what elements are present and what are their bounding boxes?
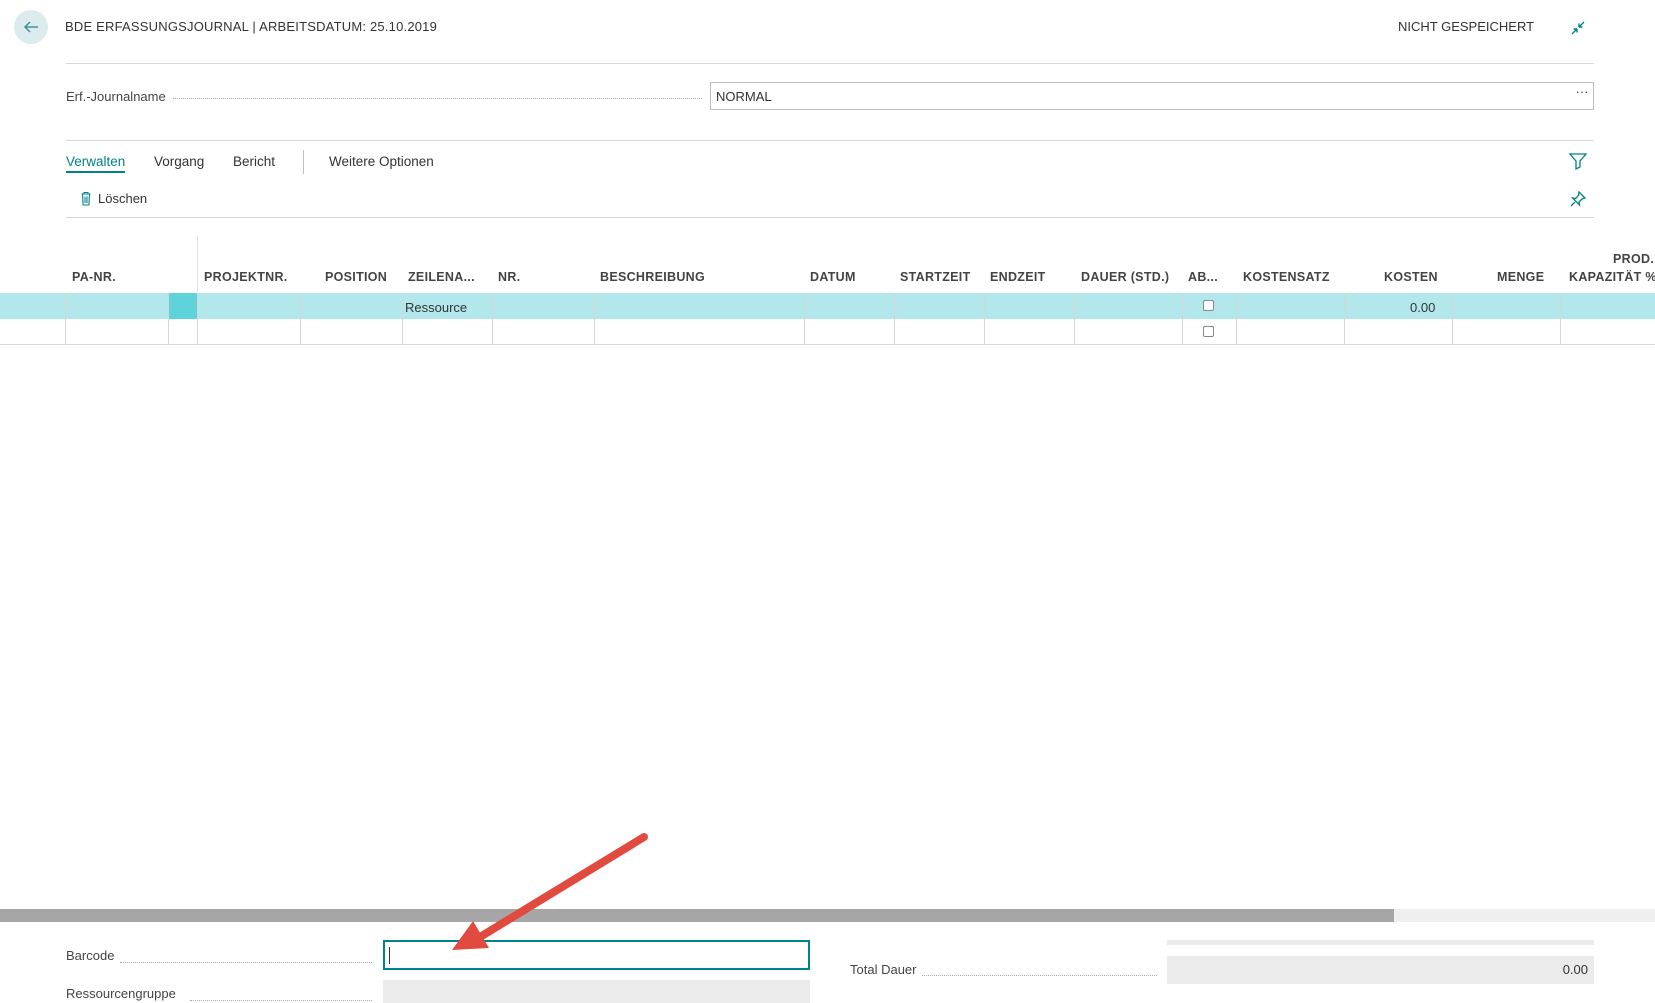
cell-border [1074,293,1075,345]
action-divider [66,217,1594,218]
resource-group-label: Ressourcengruppe [66,986,182,1001]
cell-border [402,293,403,345]
cell-border [894,293,895,345]
back-button[interactable] [14,10,48,44]
action-separator [303,150,304,174]
delete-label: Löschen [98,191,148,206]
tab-vorgang[interactable]: Vorgang [154,154,204,169]
text-caret [389,947,390,964]
col-projektnr[interactable]: PROJEKTNR. [204,270,288,284]
row-checkbox[interactable] [1203,300,1214,311]
col-zeilenart[interactable]: ZEILENA... [408,270,475,284]
scrollbar-thumb[interactable] [0,909,1394,922]
section-divider [66,140,1594,141]
cell-border [1344,293,1345,345]
col-datum[interactable]: DATUM [810,270,856,284]
journal-name-label: Erf.-Journalname [66,89,172,104]
cell-border [1236,293,1237,345]
total-duration-label: Total Dauer [850,962,923,977]
row-selector[interactable] [169,293,197,319]
col-dauer[interactable]: DAUER (STD.) [1081,270,1169,284]
col-kosten[interactable]: KOSTEN [1384,270,1438,284]
col-beschreibung[interactable]: BESCHREIBUNG [600,270,705,284]
cell-zeilenart[interactable]: Ressource [405,300,467,315]
cell-border [804,293,805,345]
table-row[interactable] [0,319,1655,345]
resource-group-field[interactable] [383,980,810,1003]
cell-border [168,293,169,345]
col-kapazitaet[interactable]: KAPAZITÄT % [1569,270,1655,284]
cell-border [197,293,198,345]
cell-border [1452,293,1453,345]
delete-button[interactable]: Löschen [80,191,147,206]
col-nr[interactable]: NR. [498,270,520,284]
col-pa-nr[interactable]: PA-NR. [72,270,116,284]
cell-border [300,293,301,345]
cell-border [65,293,66,345]
barcode-input[interactable] [383,940,810,970]
journal-lookup-button[interactable]: ··· [1572,84,1592,106]
column-divider [197,236,198,292]
pin-icon[interactable] [1568,189,1588,209]
tab-verwalten[interactable]: Verwalten [66,154,126,173]
cell-border [1182,293,1183,345]
row-checkbox[interactable] [1203,326,1214,337]
cell-border [984,293,985,345]
cell-kosten[interactable]: 0.00 [1410,300,1435,315]
col-prod-line1[interactable]: PROD. [1613,252,1654,266]
save-status: NICHT GESPEICHERT [1398,19,1535,34]
filter-icon[interactable] [1568,151,1588,171]
col-menge[interactable]: MENGE [1497,270,1544,284]
arrow-left-icon [23,21,38,33]
journal-name-field[interactable]: NORMAL [710,82,1594,110]
trash-icon [81,191,91,206]
collapse-icon[interactable] [1568,18,1588,38]
page-title: BDE ERFASSUNGSJOURNAL | ARBEITSDATUM: 25… [65,19,438,34]
col-startzeit[interactable]: STARTZEIT [900,270,971,284]
field-leader [922,975,1157,976]
col-endzeit[interactable]: ENDZEIT [990,270,1046,284]
annotation-arrow [452,833,648,950]
col-kostensatz[interactable]: KOSTENSATZ [1243,270,1330,284]
cell-border [1560,293,1561,345]
field-leader [168,98,702,99]
cell-border [594,293,595,345]
field-leader [190,1000,372,1001]
cell-border [492,293,493,345]
col-position[interactable]: POSITION [325,270,387,284]
tab-bericht[interactable]: Bericht [233,154,275,169]
barcode-label: Barcode [66,948,121,963]
readonly-field [1167,940,1594,945]
tab-weitere-optionen[interactable]: Weitere Optionen [329,154,434,169]
field-leader [120,962,372,963]
header-divider [66,63,1594,64]
total-duration-value: 0.00 [1167,956,1594,984]
col-ab[interactable]: AB... [1188,270,1218,284]
table-row[interactable] [0,293,1655,319]
